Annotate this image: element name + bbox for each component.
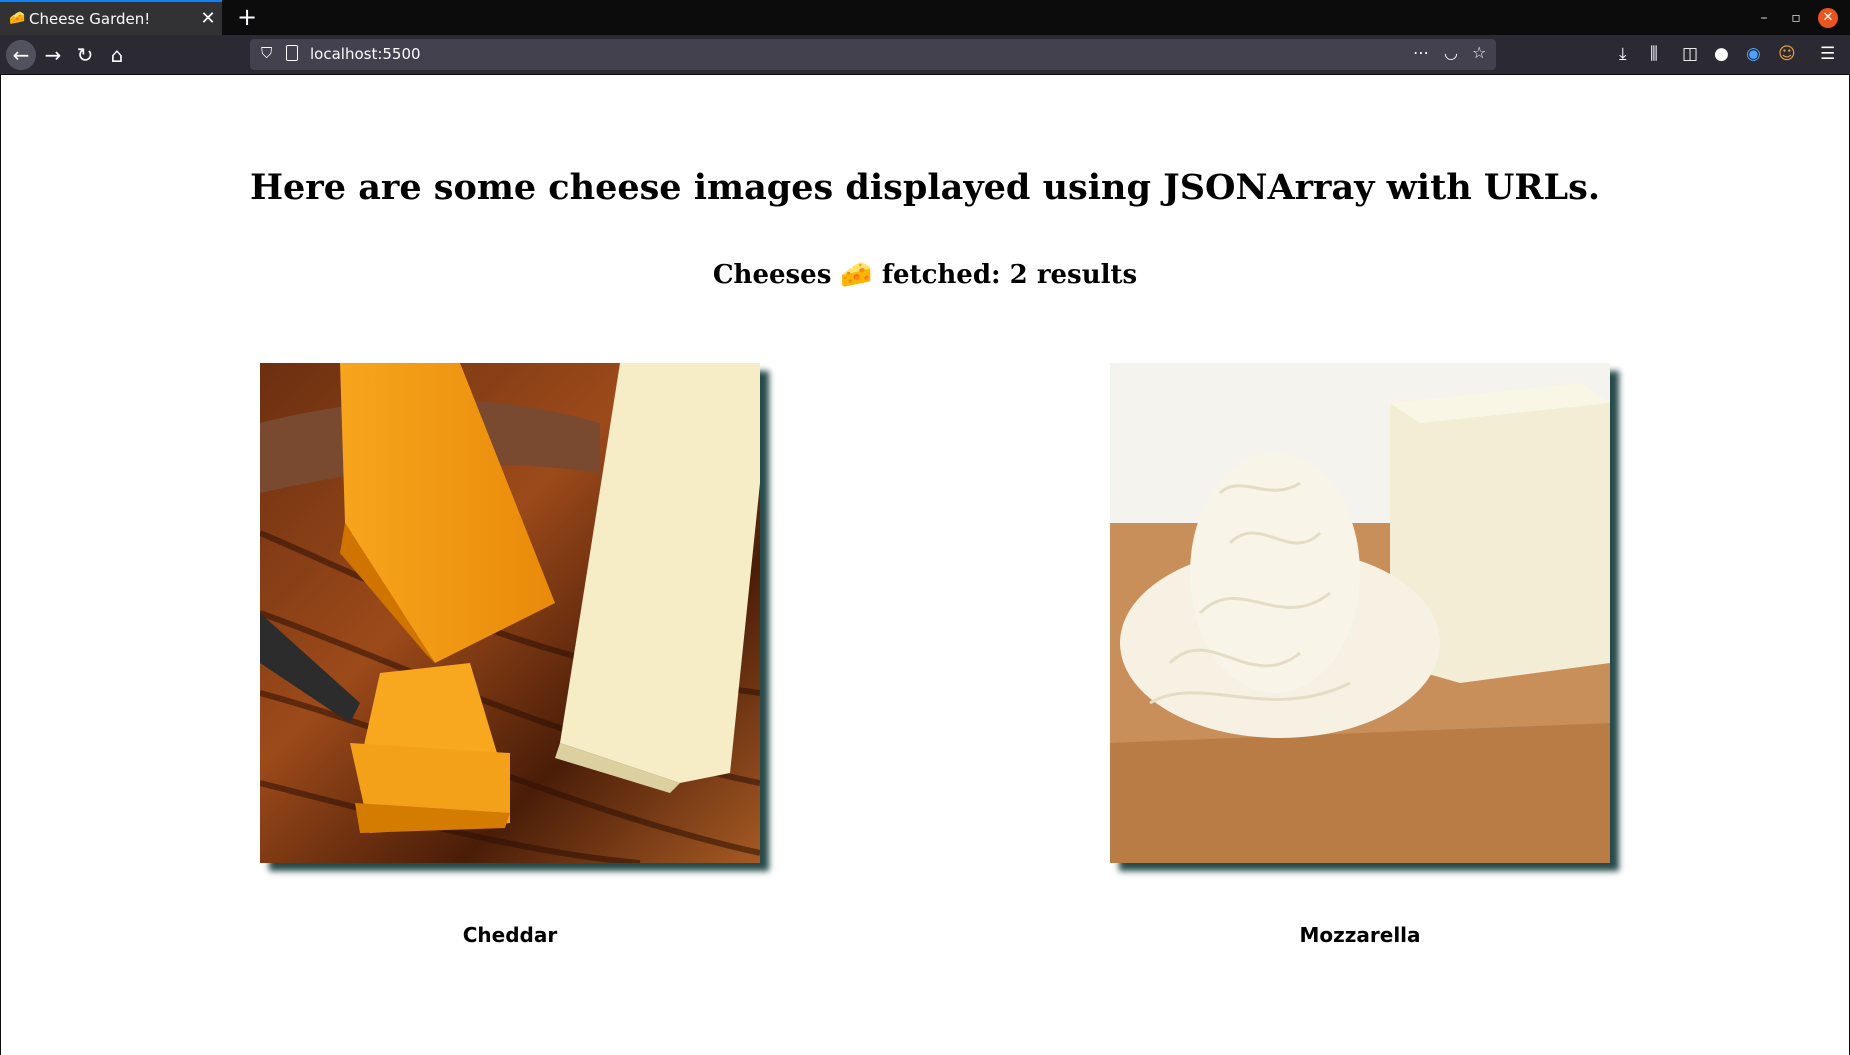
close-window-button[interactable]: ✕ — [1812, 0, 1844, 35]
downloads-icon[interactable]: ⤓ — [1619, 44, 1627, 64]
navigation-toolbar: ← → ↻ ⌂ ⛉ localhost:5500 ⋯ ◡ ☆ ⤓ ⫼ ◫ ● ◉… — [0, 35, 1850, 75]
cheese-card-cheddar: Cheddar — [260, 363, 760, 947]
extension-icon[interactable]: ◉ — [1746, 44, 1761, 64]
home-button[interactable]: ⌂ — [102, 40, 132, 70]
restore-button[interactable]: ▫ — [1780, 0, 1812, 35]
account-icon[interactable]: ● — [1714, 44, 1729, 64]
cheddar-photo — [260, 363, 760, 863]
results-summary: Cheeses 🧀 fetched: 2 results — [712, 260, 1138, 290]
mozzarella-photo — [1110, 363, 1610, 863]
more-actions-icon[interactable]: ⋯ — [1413, 43, 1429, 62]
sidebar-icon[interactable]: ◫ — [1682, 44, 1698, 64]
forward-button[interactable]: → — [38, 40, 68, 70]
reload-button[interactable]: ↻ — [70, 40, 100, 70]
tab-cheese-garden[interactable]: 🧀 Cheese Garden! ✕ — [0, 0, 222, 35]
minimize-button[interactable]: – — [1748, 0, 1780, 35]
cheese-card-mozzarella: Mozzarella — [1110, 363, 1610, 947]
cheese-icon: 🧀 — [9, 10, 26, 26]
address-bar[interactable]: ⛉ localhost:5500 ⋯ ◡ ☆ — [250, 39, 1496, 70]
pocket-icon[interactable]: ◡ — [1444, 43, 1458, 62]
library-icon[interactable]: ⫼ — [1650, 44, 1658, 64]
back-button[interactable]: ← — [6, 40, 36, 70]
tab-strip: 🧀 Cheese Garden! ✕ + – ▫ ✕ — [0, 0, 1850, 35]
page-icon — [286, 45, 298, 61]
bookmark-star-icon[interactable]: ☆ — [1472, 43, 1486, 62]
new-tab-button[interactable]: + — [232, 2, 262, 32]
close-tab-icon[interactable]: ✕ — [194, 8, 222, 29]
page-title: Here are some cheese images displayed us… — [249, 167, 1601, 208]
menu-icon[interactable]: ☰ — [1820, 44, 1835, 64]
window-controls: – ▫ ✕ — [1748, 0, 1844, 35]
page-content: Here are some cheese images displayed us… — [1, 75, 1849, 1055]
tab-title: Cheese Garden! — [29, 9, 151, 28]
close-icon: ✕ — [1818, 7, 1838, 28]
cheese-name: Mozzarella — [1299, 923, 1421, 947]
extension-face-icon[interactable]: ☺ — [1778, 44, 1796, 64]
url-text[interactable]: localhost:5500 — [310, 45, 421, 63]
cheese-name: Cheddar — [462, 923, 558, 947]
shield-icon[interactable]: ⛉ — [261, 44, 272, 62]
